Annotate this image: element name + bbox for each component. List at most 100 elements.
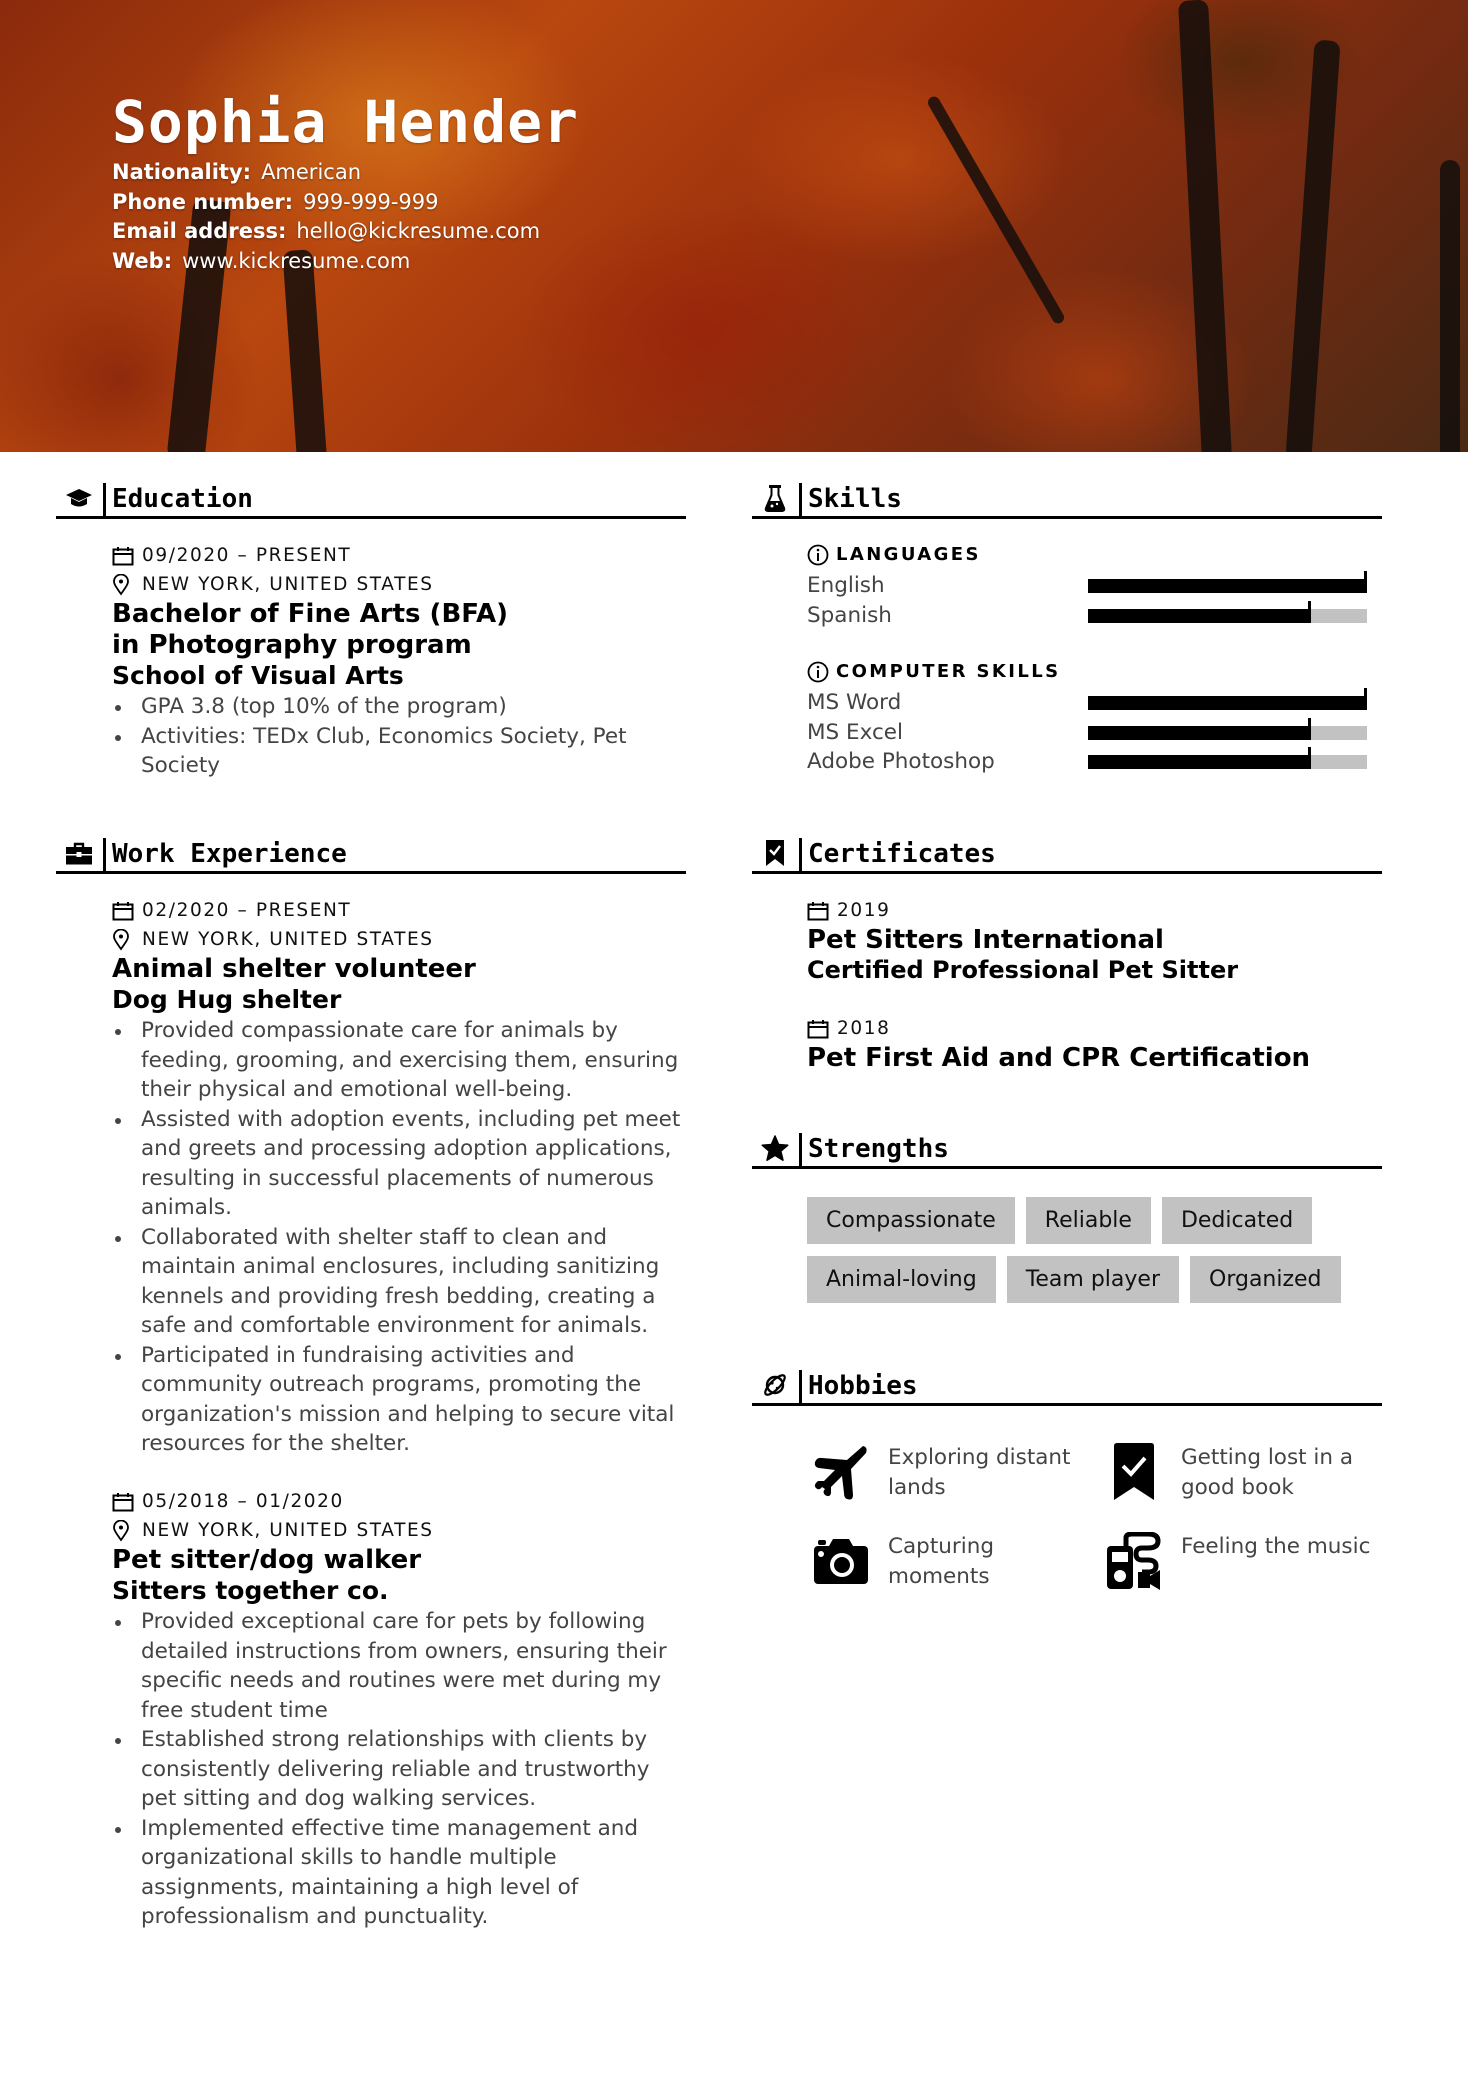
- work-entry: 02/2020 – PRESENT NEW YORK, UNITED STATE…: [112, 896, 682, 1459]
- skill-level-fill: [1088, 579, 1367, 593]
- bullet-item: Assisted with adoption events, including…: [115, 1105, 682, 1223]
- certificate-name: Pet First Aid and CPR Certification: [807, 1043, 1311, 1073]
- calendar-icon: [112, 1491, 136, 1513]
- strength-tag: Team player: [1006, 1256, 1179, 1303]
- airplane-icon: [812, 1443, 870, 1501]
- planet-icon: [760, 1371, 790, 1399]
- calendar-icon: [112, 545, 136, 567]
- work-bullets: Provided exceptional care for pets by fo…: [112, 1607, 682, 1932]
- section-title: Hobbies: [808, 1371, 918, 1401]
- date-text: 05/2018 – 01/2020: [142, 1491, 344, 1512]
- skill-level-bar: [1088, 571, 1367, 593]
- degree-title: Bachelor of Fine Arts (BFA) in Photograp…: [112, 599, 509, 660]
- strength-tag: Compassionate: [807, 1197, 1015, 1244]
- header-banner: Sophia Hender Nationality: American Phone…: [0, 0, 1468, 452]
- skill-level-marker: [1308, 717, 1312, 740]
- hobby-item: Getting lost in a good book: [1105, 1443, 1385, 1502]
- tree-trunk-decoration: [282, 249, 328, 452]
- section-title: Work Experience: [112, 839, 347, 869]
- skills-content: LANGUAGES English Spanish COMPUTER SKILL…: [807, 543, 1377, 777]
- skills-section-header: Skills: [752, 480, 1382, 519]
- contact-label: Web:: [112, 248, 173, 273]
- work-section-header: Work Experience: [56, 835, 686, 874]
- skill-row: MS Word: [807, 688, 1377, 718]
- tree-trunk-decoration: [1440, 160, 1460, 452]
- skill-level-bar: [1088, 717, 1367, 740]
- strength-tag: Organized: [1190, 1256, 1341, 1303]
- position-title: Animal shelter volunteer: [112, 954, 476, 984]
- work-entry: 05/2018 – 01/2020 NEW YORK, UNITED STATE…: [112, 1487, 682, 1932]
- certificates-section-header: Certificates: [752, 835, 1382, 874]
- candidate-name: Sophia Hender: [112, 88, 579, 156]
- bullet-item: Activities: TEDx Club, Economics Society…: [115, 722, 682, 781]
- info-icon: [807, 661, 829, 683]
- info-icon: [807, 544, 829, 566]
- email-link[interactable]: hello@kickresume.com: [296, 219, 540, 243]
- hobby-item: Exploring distant lands: [812, 1443, 1105, 1502]
- entry-date: 05/2018 – 01/2020: [112, 1487, 682, 1516]
- skill-level-marker: [1364, 571, 1367, 593]
- section-divider: [103, 838, 106, 874]
- contact-phone: Phone number: 999-999-999: [112, 188, 579, 218]
- skill-group-label: COMPUTER SKILLS: [807, 660, 1377, 684]
- section-divider: [799, 1133, 802, 1169]
- header-info: Sophia Hender Nationality: American Phone…: [112, 86, 579, 276]
- skill-group-title: COMPUTER SKILLS: [836, 661, 1061, 682]
- strength-tag: Animal-loving: [807, 1256, 996, 1303]
- skill-name: MS Word: [807, 690, 902, 715]
- date-text: 2018: [837, 1018, 891, 1039]
- entry-date: 2018: [807, 1014, 1377, 1043]
- skill-level-bar: [1088, 747, 1367, 769]
- skill-level-marker: [1308, 747, 1312, 769]
- bullet-item: Established strong relationships with cl…: [115, 1725, 682, 1814]
- hobby-label: Capturing moments: [888, 1534, 994, 1589]
- tree-branch-decoration: [925, 94, 1067, 326]
- camera-icon: [812, 1532, 870, 1590]
- date-text: 09/2020 – PRESENT: [142, 545, 352, 566]
- education-entry: 09/2020 – PRESENT NEW YORK, UNITED STATE…: [112, 541, 682, 781]
- section-divider: [799, 483, 802, 519]
- entry-location: NEW YORK, UNITED STATES: [112, 1516, 682, 1545]
- skill-row: MS Excel: [807, 717, 1377, 748]
- date-text: 2019: [837, 900, 891, 921]
- skill-level-fill: [1088, 725, 1312, 740]
- flask-icon: [760, 484, 790, 512]
- hobby-label: Getting lost in a good book: [1181, 1445, 1354, 1500]
- school-name: School of Visual Arts: [112, 661, 404, 690]
- tree-trunk-decoration: [1177, 0, 1233, 452]
- skill-group-title: LANGUAGES: [836, 544, 981, 565]
- contact-label: Nationality:: [112, 160, 252, 184]
- music-player-icon: [1105, 1532, 1163, 1590]
- skill-name: English: [807, 573, 885, 598]
- bullet-item: Collaborated with shelter staff to clean…: [115, 1223, 682, 1341]
- skill-name: MS Excel: [807, 719, 903, 745]
- skill-level-fill: [1088, 755, 1312, 769]
- bullet-item: Implemented effective time management an…: [115, 1814, 682, 1932]
- education-bullets: GPA 3.8 (top 10% of the program) Activit…: [112, 692, 682, 781]
- section-title: Skills: [808, 484, 902, 514]
- entry-location: NEW YORK, UNITED STATES: [112, 570, 682, 599]
- calendar-icon: [807, 1018, 831, 1040]
- company-name: Sitters together co.: [112, 1576, 389, 1605]
- skill-group-label: LANGUAGES: [807, 543, 1377, 567]
- section-title: Strengths: [808, 1134, 949, 1164]
- location-text: NEW YORK, UNITED STATES: [142, 1520, 434, 1541]
- contact-label: Phone number:: [112, 189, 294, 214]
- skill-group-computer: COMPUTER SKILLS MS Word MS Excel Adobe P…: [807, 660, 1377, 777]
- contact-web: Web: www.kickresume.com: [112, 247, 579, 277]
- hobby-label: Feeling the music: [1181, 1534, 1371, 1559]
- location-text: NEW YORK, UNITED STATES: [142, 929, 434, 950]
- skill-level-fill: [1088, 608, 1312, 623]
- contact-value[interactable]: 999-999-999: [303, 190, 438, 214]
- entry-location: NEW YORK, UNITED STATES: [112, 925, 682, 954]
- bullet-item: Provided compassionate care for animals …: [115, 1016, 682, 1105]
- hobby-label: Exploring distant lands: [888, 1445, 1071, 1500]
- bullet-item: Provided exceptional care for pets by fo…: [115, 1607, 682, 1725]
- skill-level-bar: [1088, 600, 1367, 623]
- skill-row: Spanish: [807, 600, 1377, 631]
- contact-label: Email address:: [112, 219, 287, 243]
- website-link[interactable]: www.kickresume.com: [182, 249, 410, 273]
- contact-email: Email address: hello@kickresume.com: [112, 217, 579, 247]
- section-divider: [103, 483, 106, 519]
- strength-tag: Reliable: [1025, 1197, 1151, 1244]
